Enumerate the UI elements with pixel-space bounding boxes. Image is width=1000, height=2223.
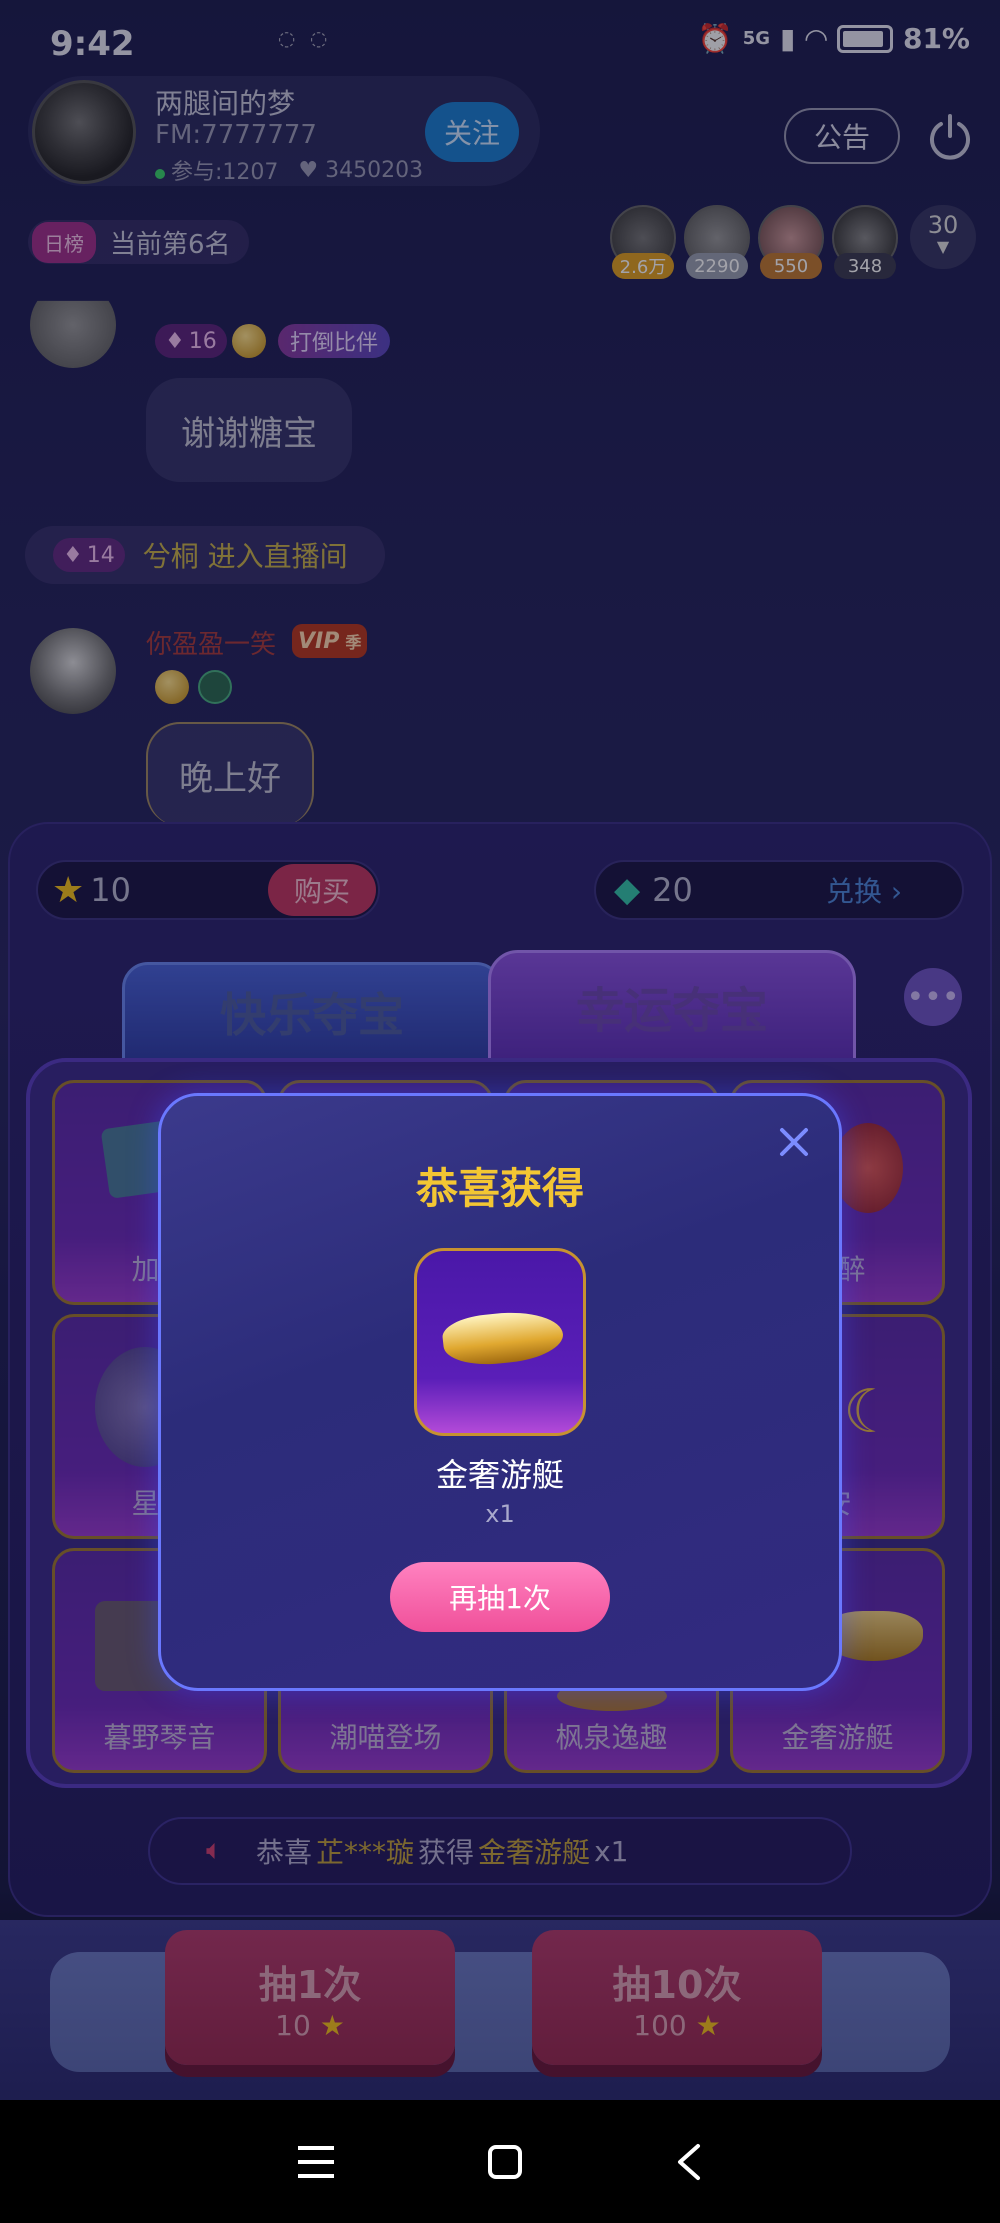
modal-backdrop[interactable]: [0, 0, 1000, 2100]
home-icon[interactable]: [487, 2144, 523, 2180]
draw-again-button[interactable]: 再抽1次: [390, 1562, 610, 1632]
menu-icon[interactable]: [296, 2144, 336, 2180]
prize-card: [414, 1248, 586, 1436]
prize-quantity: x1: [485, 1500, 515, 1528]
modal-title: 恭喜获得: [415, 1164, 584, 1213]
close-icon[interactable]: [774, 1122, 814, 1162]
back-icon[interactable]: [674, 2142, 704, 2182]
prize-name: 金奢游艇: [435, 1456, 564, 1494]
yacht-icon: [440, 1306, 566, 1370]
system-nav-bar: [0, 2100, 1000, 2223]
